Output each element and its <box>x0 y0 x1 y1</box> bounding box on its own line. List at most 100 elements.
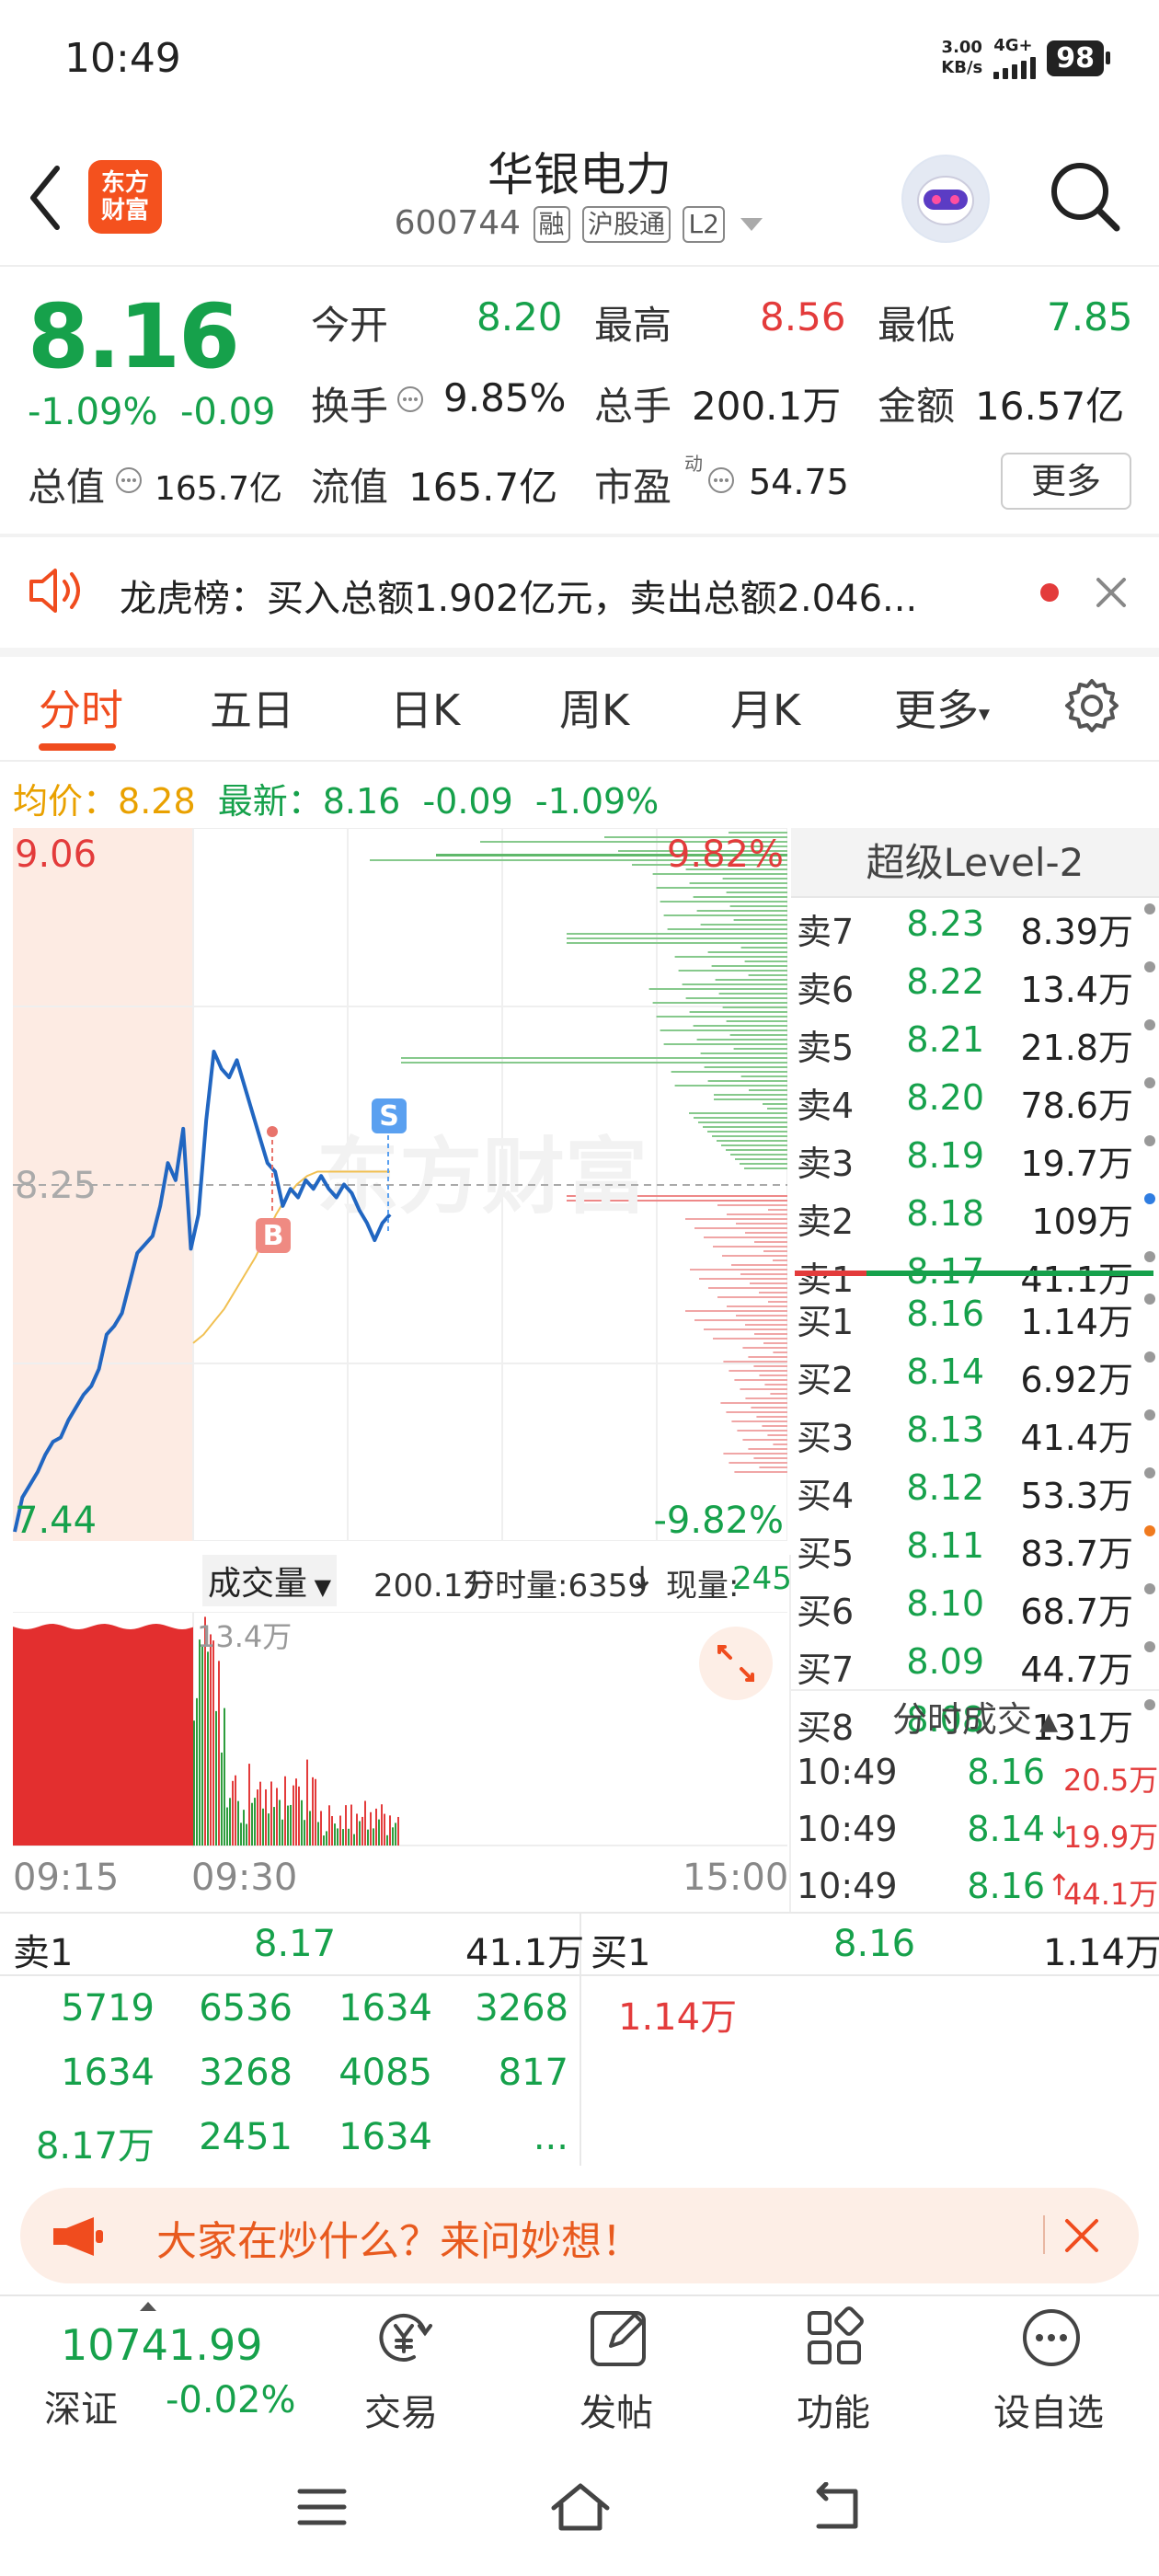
pct-label-top: 9.82% <box>667 834 784 876</box>
tab-five-day[interactable]: 五日 <box>210 677 294 738</box>
close-icon[interactable] <box>1095 576 1128 609</box>
ask-level-label: 卖3 <box>797 1144 855 1184</box>
bid-level-label: 买3 <box>797 1418 855 1458</box>
tab-monthly-k[interactable]: 月K <box>730 677 800 738</box>
depth-bar <box>753 1457 787 1459</box>
more-fields-button[interactable]: 更多 <box>1001 453 1131 510</box>
bid-level-label: 买1 <box>797 1302 855 1342</box>
info-icon[interactable] <box>396 385 425 414</box>
info-icon[interactable] <box>114 466 143 495</box>
home-icon[interactable] <box>548 2480 613 2534</box>
tab-daily-k[interactable]: 日K <box>390 677 460 738</box>
volume-bar <box>364 1800 366 1846</box>
ask-level-row[interactable]: 卖4 8.20 78.6万 <box>797 1077 1155 1129</box>
menu-icon[interactable] <box>294 2484 350 2530</box>
depth-bar <box>726 891 787 893</box>
banner-text[interactable]: 大家在炒什么？来问妙想！ <box>156 2208 642 2267</box>
settings-gear-icon[interactable] <box>1063 677 1120 734</box>
amount-value: 16.57亿 <box>975 384 1125 429</box>
volume-bar <box>320 1811 322 1846</box>
post-edit-icon[interactable] <box>587 2306 651 2370</box>
volume-bar <box>210 1634 212 1846</box>
market-cap-value: 165.7亿 <box>155 470 283 508</box>
watchlist-more-icon[interactable] <box>1019 2306 1084 2370</box>
tab-more[interactable]: 更多▾ <box>894 677 990 738</box>
info-icon[interactable] <box>706 466 736 495</box>
functions-grid-icon[interactable] <box>802 2306 866 2370</box>
volume-bar <box>215 1710 217 1846</box>
trade-volume: 44.1万 <box>1063 1877 1159 1912</box>
nav-functions[interactable]: 功能 <box>797 2383 870 2436</box>
depth-bar <box>744 960 787 962</box>
volume-bar <box>259 1781 261 1846</box>
depth-bar <box>745 1397 787 1399</box>
volume-selector[interactable]: 成交量 ▼ <box>202 1555 338 1606</box>
bid-level-row[interactable]: 买5 8.11 83.7万 <box>797 1525 1155 1577</box>
tab-weekly-k[interactable]: 周K <box>559 677 629 738</box>
bid-level-label: 买2 <box>797 1360 855 1400</box>
depth-bar <box>694 1319 787 1321</box>
ask-level-row[interactable]: 卖7 8.23 8.39万 <box>797 903 1155 955</box>
volume-bar <box>370 1811 372 1846</box>
ask-level-row[interactable]: 卖3 8.19 19.7万 <box>797 1135 1155 1187</box>
depth-bar <box>689 1112 787 1114</box>
x-label-start: 09:15 <box>13 1857 120 1899</box>
volume-bar <box>298 1786 300 1846</box>
volume-bar <box>287 1805 289 1846</box>
news-text[interactable]: 龙虎榜：买入总额1.902亿元，卖出总额2.046... <box>120 569 1012 622</box>
ask-level-row[interactable]: 卖2 8.18 109万 <box>797 1193 1155 1245</box>
nav-trade[interactable]: 交易 <box>364 2383 438 2436</box>
ask1-order: 6536 <box>199 1987 293 2030</box>
depth-bar <box>729 1034 787 1036</box>
depth-bar <box>718 993 787 995</box>
volume-bar <box>389 1815 391 1846</box>
depth-bar <box>763 1103 787 1105</box>
ask-level-row[interactable]: 卖5 8.21 21.8万 <box>797 1019 1155 1071</box>
bid-level-row[interactable]: 买6 8.10 68.7万 <box>797 1583 1155 1635</box>
trade-yen-icon[interactable] <box>372 2306 436 2370</box>
intraday-chart[interactable]: 东方财富 B S 9.06 8.25 7.44 9.82% -9.82% <box>13 828 787 1541</box>
ask-level-volume: 109万 <box>1031 1202 1133 1242</box>
depth-bar <box>696 1039 787 1041</box>
bid-level-row[interactable]: 买7 8.09 44.7万 <box>797 1641 1155 1693</box>
bid-level-row[interactable]: 买2 8.14 6.92万 <box>797 1351 1155 1403</box>
turnover-value: 9.85% <box>443 375 567 420</box>
bid-level-row[interactable]: 买3 8.13 41.4万 <box>797 1409 1155 1461</box>
level2-title[interactable]: 超级Level-2 <box>791 828 1159 898</box>
volume-bar <box>240 1823 242 1846</box>
volume-bar <box>312 1777 314 1846</box>
expand-icon[interactable] <box>699 1627 773 1700</box>
ask-level-price: 8.19 <box>906 1135 984 1176</box>
depth-bar <box>740 1163 787 1165</box>
time-trades-header[interactable]: 分时成交 ▲ <box>791 1689 1159 1746</box>
depth-bar <box>748 1448 787 1450</box>
nav-post[interactable]: 发帖 <box>580 2383 653 2436</box>
depth-bar <box>652 1002 787 1004</box>
ask-level-row[interactable]: 卖6 8.22 13.4万 <box>797 961 1155 1013</box>
depth-bar <box>708 1287 787 1289</box>
volume-chart[interactable]: 13.4万 <box>13 1612 787 1847</box>
search-icon[interactable] <box>1045 156 1124 236</box>
nav-add-watchlist[interactable]: 设自选 <box>993 2383 1104 2436</box>
trade-volume: 20.5万 <box>1063 1763 1159 1798</box>
index-value[interactable]: 10741.99 <box>61 2320 263 2370</box>
volume-bar <box>384 1813 385 1846</box>
stock-code: 600744 <box>394 204 522 242</box>
divider <box>789 1555 791 1914</box>
bid-level-row[interactable]: 买4 8.12 53.3万 <box>797 1467 1155 1519</box>
index-name[interactable]: 深证 <box>44 2379 118 2432</box>
assistant-avatar-icon[interactable] <box>901 155 990 243</box>
network-type: 4G+ <box>993 36 1033 55</box>
tab-intraday[interactable]: 分时 <box>39 677 123 738</box>
depth-bar <box>567 937 787 939</box>
speaker-icon <box>29 569 80 613</box>
depth-bar <box>733 919 787 921</box>
depth-bar <box>736 1223 787 1225</box>
depth-bar <box>745 1324 787 1326</box>
depth-bar <box>663 914 787 916</box>
volume-bar <box>331 1816 333 1846</box>
bid-level-row[interactable]: 买1 8.16 1.14万 <box>797 1294 1155 1345</box>
back-icon[interactable] <box>806 2482 866 2534</box>
dropdown-triangle-icon[interactable] <box>739 215 764 234</box>
close-icon[interactable] <box>1063 2217 1100 2254</box>
